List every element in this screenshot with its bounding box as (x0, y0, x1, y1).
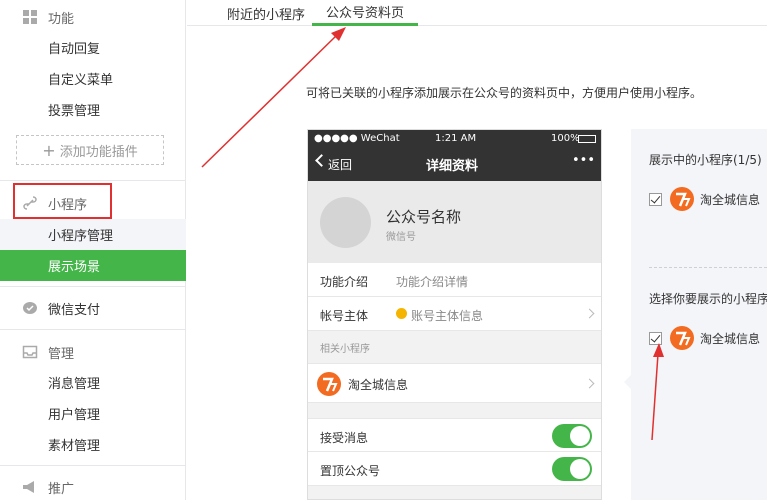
annotation-arrows (201, 27, 664, 441)
arrow-to-tab (201, 27, 346, 168)
arrow-to-checkbox (651, 343, 664, 441)
